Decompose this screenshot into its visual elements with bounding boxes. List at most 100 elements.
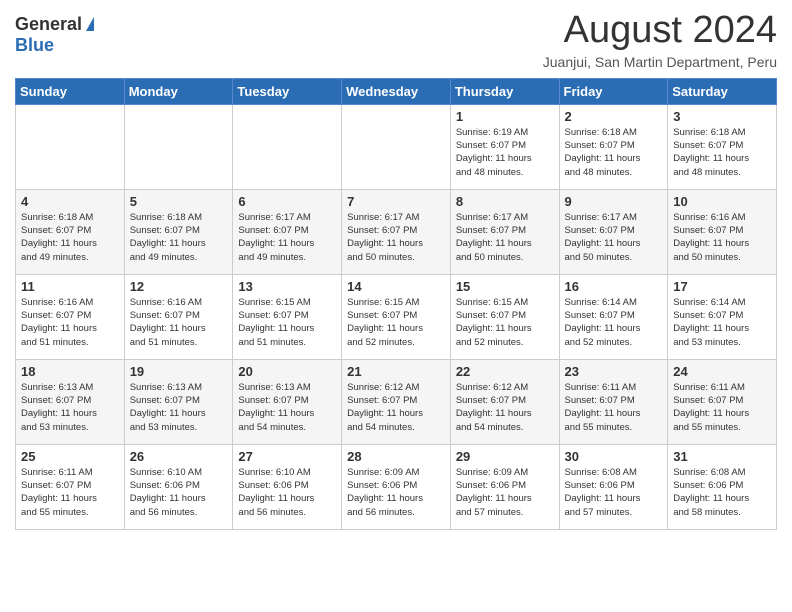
- day-number: 24: [673, 364, 771, 379]
- day-info: Sunrise: 6:16 AM Sunset: 6:07 PM Dayligh…: [21, 296, 119, 349]
- day-number: 5: [130, 194, 228, 209]
- calendar-day-20: 20 Sunrise: 6:13 AM Sunset: 6:07 PM Dayli…: [233, 359, 342, 444]
- calendar-day-27: 27 Sunrise: 6:10 AM Sunset: 6:06 PM Dayli…: [233, 444, 342, 529]
- calendar-day-6: 6 Sunrise: 6:17 AM Sunset: 6:07 PM Daylig…: [233, 189, 342, 274]
- calendar-day-23: 23 Sunrise: 6:11 AM Sunset: 6:07 PM Dayli…: [559, 359, 668, 444]
- day-info: Sunrise: 6:13 AM Sunset: 6:07 PM Dayligh…: [21, 381, 119, 434]
- day-info: Sunrise: 6:18 AM Sunset: 6:07 PM Dayligh…: [565, 126, 663, 179]
- calendar-day-21: 21 Sunrise: 6:12 AM Sunset: 6:07 PM Dayli…: [342, 359, 451, 444]
- logo-general-text: General: [15, 14, 82, 35]
- page-header: General Blue August 2024 Juanjui, San Ma…: [15, 10, 777, 70]
- weekday-header-monday: Monday: [124, 78, 233, 104]
- day-number: 25: [21, 449, 119, 464]
- empty-day: [233, 104, 342, 189]
- day-info: Sunrise: 6:17 AM Sunset: 6:07 PM Dayligh…: [347, 211, 445, 264]
- calendar-day-7: 7 Sunrise: 6:17 AM Sunset: 6:07 PM Daylig…: [342, 189, 451, 274]
- calendar-day-15: 15Sunrise: 6:15 AM Sunset: 6:07 PM Dayli…: [450, 274, 559, 359]
- day-info: Sunrise: 6:15 AM Sunset: 6:07 PM Dayligh…: [238, 296, 336, 349]
- day-number: 14: [347, 279, 445, 294]
- calendar-day-11: 11Sunrise: 6:16 AM Sunset: 6:07 PM Dayli…: [16, 274, 125, 359]
- day-number: 21: [347, 364, 445, 379]
- calendar-day-16: 16 Sunrise: 6:14 AM Sunset: 6:07 PM Dayli…: [559, 274, 668, 359]
- weekday-header-tuesday: Tuesday: [233, 78, 342, 104]
- logo-blue-text: Blue: [15, 35, 54, 56]
- title-block: August 2024 Juanjui, San Martin Departme…: [543, 10, 777, 70]
- day-number: 8: [456, 194, 554, 209]
- calendar-day-22: 22 Sunrise: 6:12 AM Sunset: 6:07 PM Dayli…: [450, 359, 559, 444]
- location-subtitle: Juanjui, San Martin Department, Peru: [543, 54, 777, 70]
- day-number: 7: [347, 194, 445, 209]
- calendar-table: SundayMondayTuesdayWednesdayThursdayFrid…: [15, 78, 777, 530]
- weekday-header-saturday: Saturday: [668, 78, 777, 104]
- calendar-day-3: 3Sunrise: 6:18 AM Sunset: 6:07 PM Daylig…: [668, 104, 777, 189]
- day-number: 30: [565, 449, 663, 464]
- weekday-header-friday: Friday: [559, 78, 668, 104]
- day-number: 29: [456, 449, 554, 464]
- day-number: 2: [565, 109, 663, 124]
- calendar-day-31: 31 Sunrise: 6:08 AM Sunset: 6:06 PM Dayli…: [668, 444, 777, 529]
- calendar-day-19: 19Sunrise: 6:13 AM Sunset: 6:07 PM Dayli…: [124, 359, 233, 444]
- day-number: 18: [21, 364, 119, 379]
- day-info: Sunrise: 6:09 AM Sunset: 6:06 PM Dayligh…: [347, 466, 445, 519]
- calendar-day-10: 10Sunrise: 6:16 AM Sunset: 6:07 PM Dayli…: [668, 189, 777, 274]
- calendar-day-5: 5Sunrise: 6:18 AM Sunset: 6:07 PM Daylig…: [124, 189, 233, 274]
- day-info: Sunrise: 6:18 AM Sunset: 6:07 PM Dayligh…: [673, 126, 771, 179]
- day-number: 28: [347, 449, 445, 464]
- day-info: Sunrise: 6:12 AM Sunset: 6:07 PM Dayligh…: [456, 381, 554, 434]
- day-number: 27: [238, 449, 336, 464]
- day-number: 9: [565, 194, 663, 209]
- day-number: 20: [238, 364, 336, 379]
- day-number: 17: [673, 279, 771, 294]
- day-info: Sunrise: 6:14 AM Sunset: 6:07 PM Dayligh…: [673, 296, 771, 349]
- logo: General Blue: [15, 10, 94, 56]
- calendar-day-8: 8 Sunrise: 6:17 AM Sunset: 6:07 PM Daylig…: [450, 189, 559, 274]
- calendar-day-9: 9 Sunrise: 6:17 AM Sunset: 6:07 PM Daylig…: [559, 189, 668, 274]
- calendar-day-14: 14Sunrise: 6:15 AM Sunset: 6:07 PM Dayli…: [342, 274, 451, 359]
- calendar-day-24: 24 Sunrise: 6:11 AM Sunset: 6:07 PM Dayli…: [668, 359, 777, 444]
- day-info: Sunrise: 6:13 AM Sunset: 6:07 PM Dayligh…: [238, 381, 336, 434]
- weekday-header-wednesday: Wednesday: [342, 78, 451, 104]
- calendar-day-4: 4Sunrise: 6:18 AM Sunset: 6:07 PM Daylig…: [16, 189, 125, 274]
- day-info: Sunrise: 6:11 AM Sunset: 6:07 PM Dayligh…: [565, 381, 663, 434]
- month-title: August 2024: [543, 10, 777, 52]
- day-number: 6: [238, 194, 336, 209]
- day-number: 19: [130, 364, 228, 379]
- empty-day: [16, 104, 125, 189]
- weekday-header-thursday: Thursday: [450, 78, 559, 104]
- day-info: Sunrise: 6:14 AM Sunset: 6:07 PM Dayligh…: [565, 296, 663, 349]
- day-info: Sunrise: 6:08 AM Sunset: 6:06 PM Dayligh…: [673, 466, 771, 519]
- calendar-day-25: 25 Sunrise: 6:11 AM Sunset: 6:07 PM Dayli…: [16, 444, 125, 529]
- day-number: 12: [130, 279, 228, 294]
- calendar-day-28: 28 Sunrise: 6:09 AM Sunset: 6:06 PM Dayli…: [342, 444, 451, 529]
- day-info: Sunrise: 6:19 AM Sunset: 6:07 PM Dayligh…: [456, 126, 554, 179]
- day-info: Sunrise: 6:17 AM Sunset: 6:07 PM Dayligh…: [238, 211, 336, 264]
- day-number: 13: [238, 279, 336, 294]
- day-info: Sunrise: 6:12 AM Sunset: 6:07 PM Dayligh…: [347, 381, 445, 434]
- day-info: Sunrise: 6:10 AM Sunset: 6:06 PM Dayligh…: [130, 466, 228, 519]
- day-info: Sunrise: 6:17 AM Sunset: 6:07 PM Dayligh…: [456, 211, 554, 264]
- day-number: 4: [21, 194, 119, 209]
- day-info: Sunrise: 6:17 AM Sunset: 6:07 PM Dayligh…: [565, 211, 663, 264]
- day-number: 10: [673, 194, 771, 209]
- weekday-header-sunday: Sunday: [16, 78, 125, 104]
- calendar-day-29: 29 Sunrise: 6:09 AM Sunset: 6:06 PM Dayli…: [450, 444, 559, 529]
- logo-triangle-icon: [86, 17, 94, 31]
- day-info: Sunrise: 6:10 AM Sunset: 6:06 PM Dayligh…: [238, 466, 336, 519]
- calendar-day-13: 13 Sunrise: 6:15 AM Sunset: 6:07 PM Dayli…: [233, 274, 342, 359]
- day-info: Sunrise: 6:09 AM Sunset: 6:06 PM Dayligh…: [456, 466, 554, 519]
- calendar-day-30: 30 Sunrise: 6:08 AM Sunset: 6:06 PM Dayli…: [559, 444, 668, 529]
- day-info: Sunrise: 6:15 AM Sunset: 6:07 PM Dayligh…: [456, 296, 554, 349]
- day-info: Sunrise: 6:08 AM Sunset: 6:06 PM Dayligh…: [565, 466, 663, 519]
- day-info: Sunrise: 6:16 AM Sunset: 6:07 PM Dayligh…: [130, 296, 228, 349]
- calendar-day-2: 2 Sunrise: 6:18 AM Sunset: 6:07 PM Daylig…: [559, 104, 668, 189]
- day-number: 26: [130, 449, 228, 464]
- day-number: 16: [565, 279, 663, 294]
- day-number: 31: [673, 449, 771, 464]
- day-number: 1: [456, 109, 554, 124]
- calendar-day-17: 17 Sunrise: 6:14 AM Sunset: 6:07 PM Dayli…: [668, 274, 777, 359]
- day-info: Sunrise: 6:11 AM Sunset: 6:07 PM Dayligh…: [21, 466, 119, 519]
- day-info: Sunrise: 6:11 AM Sunset: 6:07 PM Dayligh…: [673, 381, 771, 434]
- day-number: 22: [456, 364, 554, 379]
- empty-day: [124, 104, 233, 189]
- day-number: 23: [565, 364, 663, 379]
